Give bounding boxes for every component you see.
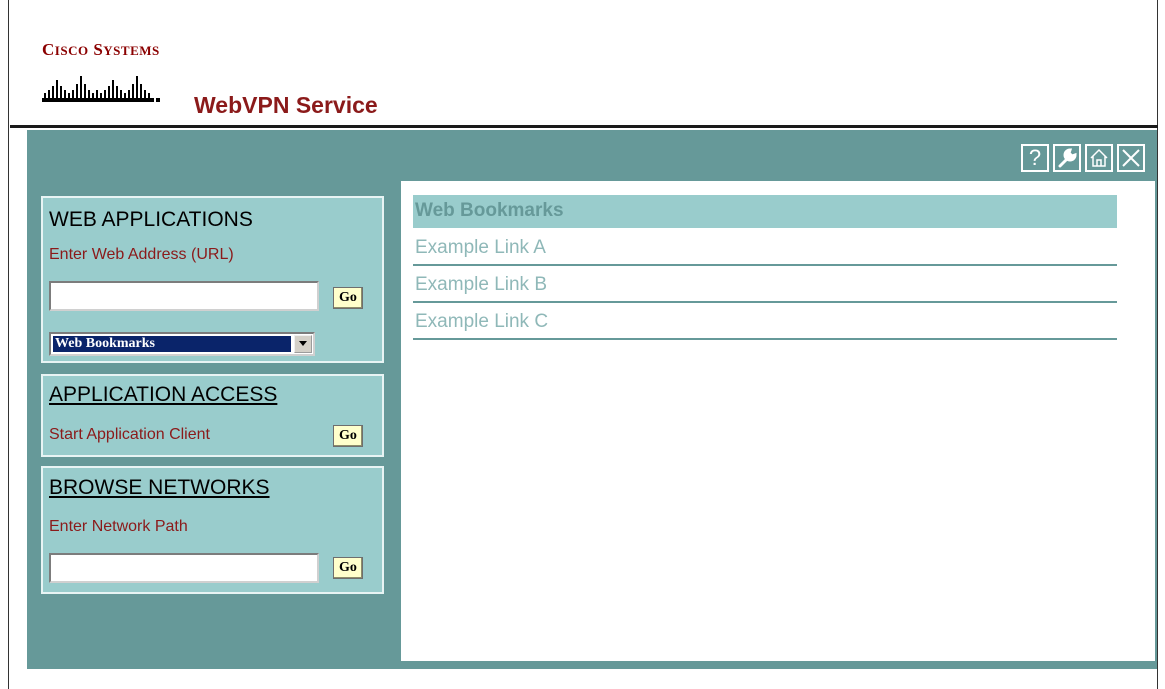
dropdown-arrow-icon[interactable] bbox=[294, 335, 312, 353]
application-access-title[interactable]: APPLICATION ACCESS bbox=[49, 383, 277, 407]
page-border-right bbox=[1157, 0, 1158, 689]
preferences-button[interactable] bbox=[1053, 144, 1081, 172]
web-address-label: Enter Web Address (URL) bbox=[49, 246, 234, 263]
bookmarks-panel: Web Bookmarks Example Link A Example Lin… bbox=[401, 181, 1155, 661]
application-go-button[interactable]: Go bbox=[333, 425, 363, 447]
logo-dot bbox=[156, 98, 160, 102]
cisco-bridge-logo bbox=[42, 76, 154, 102]
help-icon: ? bbox=[1028, 145, 1042, 170]
toolbar: ? bbox=[1021, 144, 1145, 172]
bookmark-select-value: Web Bookmarks bbox=[53, 336, 291, 352]
url-input[interactable] bbox=[49, 281, 319, 311]
url-go-button[interactable]: Go bbox=[333, 287, 363, 309]
close-icon bbox=[1122, 149, 1140, 167]
web-applications-card: WEB APPLICATIONS Enter Web Address (URL)… bbox=[41, 196, 384, 363]
company-name: CISCO SYSTEMS bbox=[42, 40, 160, 59]
bookmark-link[interactable]: Example Link C bbox=[413, 307, 1117, 340]
bookmark-link[interactable]: Example Link B bbox=[413, 270, 1117, 303]
header-divider bbox=[10, 125, 1158, 128]
home-icon bbox=[1090, 148, 1108, 167]
wrench-icon bbox=[1058, 148, 1077, 168]
network-go-button[interactable]: Go bbox=[333, 557, 363, 579]
page-title: WebVPN Service bbox=[194, 92, 378, 118]
application-access-card: APPLICATION ACCESS Start Application Cli… bbox=[41, 374, 384, 457]
web-applications-title: WEB APPLICATIONS bbox=[49, 208, 253, 231]
network-path-label: Enter Network Path bbox=[49, 518, 188, 535]
logout-button[interactable] bbox=[1117, 144, 1145, 172]
main-panel: ? WEB APPLICATIONS Enter Web Address (UR… bbox=[27, 130, 1157, 669]
browse-networks-title[interactable]: BROWSE NETWORKS bbox=[49, 476, 270, 500]
application-client-label: Start Application Client bbox=[49, 426, 210, 443]
page-border-left bbox=[8, 0, 9, 689]
home-button[interactable] bbox=[1085, 144, 1113, 172]
bookmarks-header: Web Bookmarks bbox=[413, 195, 1117, 228]
help-button[interactable]: ? bbox=[1021, 144, 1049, 172]
bookmark-link[interactable]: Example Link A bbox=[413, 233, 1117, 266]
network-path-input[interactable] bbox=[49, 553, 319, 583]
browse-networks-card: BROWSE NETWORKS Enter Network Path Go bbox=[41, 466, 384, 594]
brand-header: CISCO SYSTEMS WebVPN Service bbox=[42, 40, 1157, 126]
bookmark-select[interactable]: Web Bookmarks bbox=[49, 332, 315, 356]
